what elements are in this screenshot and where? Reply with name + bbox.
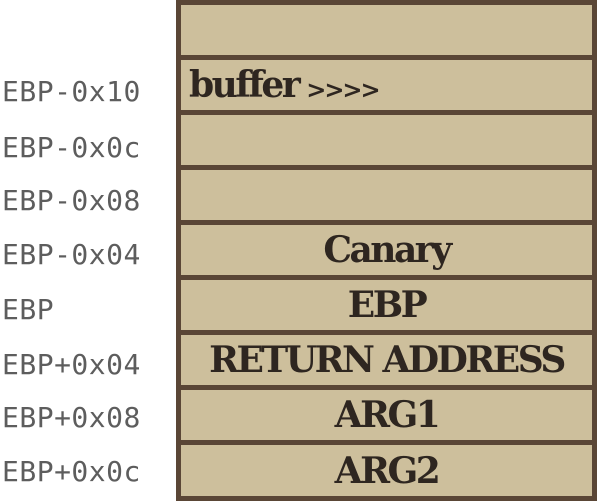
address-label-ebp: EBP	[2, 293, 55, 326]
address-label-ebp-plus-0x04: EBP+0x04	[2, 348, 141, 381]
stack-diagram: EBP-0x10 EBP-0x0c EBP-0x08 EBP-0x04 EBP …	[0, 0, 597, 501]
canary-label: Canary	[323, 229, 452, 271]
stack-cell-empty-2	[181, 170, 592, 220]
stack-cell-empty-1	[181, 115, 592, 165]
stack-cell-arg1: ARG1	[181, 390, 592, 440]
address-label-ebp-minus-0x04: EBP-0x04	[2, 238, 141, 271]
arg2-label: ARG2	[334, 449, 441, 492]
stack-cell-buffer: buffer >>>>	[181, 60, 592, 110]
return-address-label: RETURN ADDRESS	[209, 339, 566, 381]
stack-cell-canary: Canary	[181, 225, 592, 275]
stack-cell-saved-ebp: EBP	[181, 280, 592, 330]
address-label-ebp-minus-0x10: EBP-0x10	[2, 75, 141, 108]
address-label-ebp-minus-0x08: EBP-0x08	[2, 184, 141, 217]
stack-cell-top-empty	[181, 5, 592, 55]
buffer-overflow-arrows: >>>>	[306, 74, 380, 104]
address-label-ebp-plus-0x0c: EBP+0x0c	[2, 455, 141, 488]
stack-cell-return-address: RETURN ADDRESS	[181, 335, 592, 385]
address-labels: EBP-0x10 EBP-0x0c EBP-0x08 EBP-0x04 EBP …	[0, 0, 175, 501]
stack-cell-arg2: ARG2	[181, 445, 592, 496]
address-label-ebp-minus-0x0c: EBP-0x0c	[2, 131, 141, 164]
arg1-label: ARG1	[334, 394, 441, 436]
stack-frame: buffer >>>> Canary EBP RETURN ADDRESS AR…	[176, 0, 597, 501]
address-label-ebp-plus-0x08: EBP+0x08	[2, 401, 141, 434]
buffer-label: buffer	[189, 64, 301, 106]
saved-ebp-label: EBP	[347, 284, 428, 326]
